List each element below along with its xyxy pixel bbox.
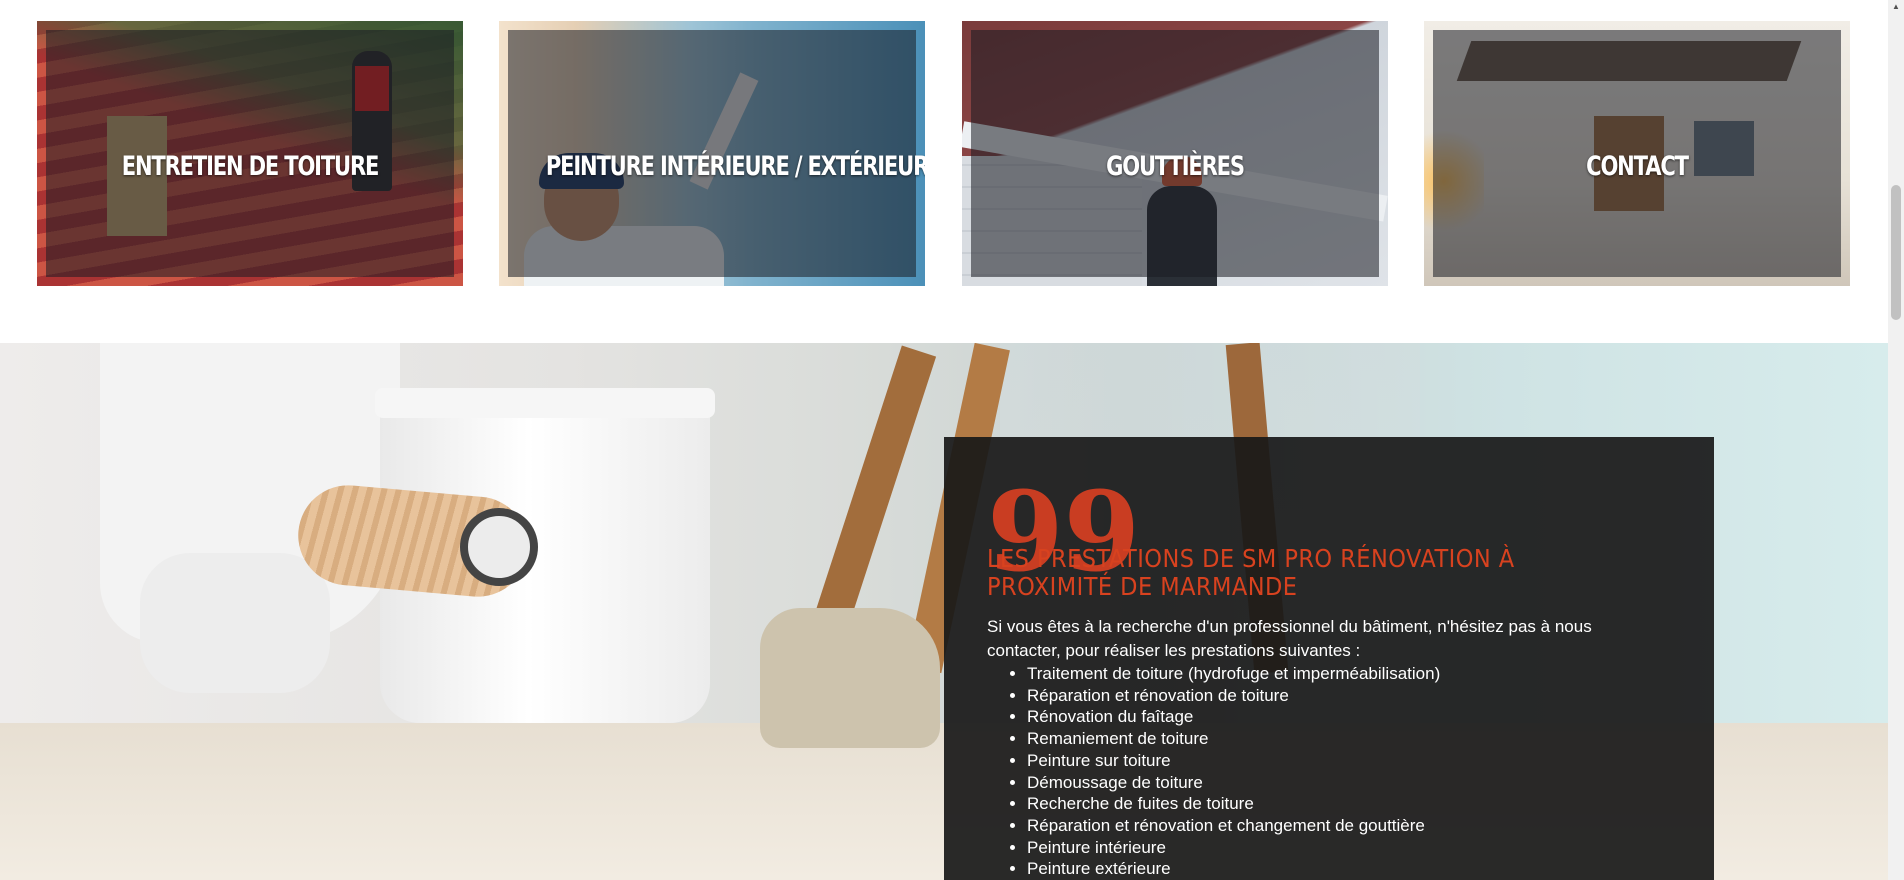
list-item: Rénovation du faîtage [1027, 706, 1707, 728]
scroll-up-icon[interactable]: ▲ [1888, 0, 1904, 14]
list-item: Réparation et rénovation de toiture [1027, 685, 1707, 707]
service-card-contact[interactable]: CONTACT [1424, 21, 1850, 286]
paint-bag-shape [760, 608, 940, 748]
card-label: PEINTURE INTÉRIEURE / EXTÉRIEURE [545, 151, 925, 182]
list-item: Démoussage de toiture [1027, 772, 1707, 794]
list-item: Remaniement de toiture [1027, 728, 1707, 750]
service-card-roof-maintenance[interactable]: ENTRETIEN DE TOITURE [37, 21, 463, 286]
services-list: Traitement de toiture (hydrofuge et impe… [987, 663, 1707, 880]
service-card-gutters[interactable]: GOUTTIÈRES [962, 21, 1388, 286]
scrollbar-thumb[interactable] [1891, 185, 1901, 320]
services-intro: Si vous êtes à la recherche d'un profess… [987, 617, 1592, 660]
card-label: ENTRETIEN DE TOITURE [121, 151, 380, 182]
list-item: Peinture sur toiture [1027, 750, 1707, 772]
list-item: Peinture extérieure [1027, 858, 1707, 880]
service-card-painting[interactable]: PEINTURE INTÉRIEURE / EXTÉRIEURE [499, 21, 925, 286]
services-info-box: 99 LES PRESTATIONS DE SM PRO RÉNOVATION … [944, 437, 1714, 880]
page-scrollbar[interactable]: ▲ [1888, 0, 1904, 880]
paint-roller-end-shape [460, 508, 538, 586]
services-title: LES PRESTATIONS DE SM PRO RÉNOVATION À P… [987, 544, 1515, 601]
paint-bucket-rim [375, 388, 715, 418]
list-item: Peinture intérieure [1027, 837, 1707, 859]
card-label: GOUTTIÈRES [1106, 151, 1245, 182]
list-item: Réparation et rénovation et changement d… [1027, 815, 1707, 837]
painter-shoe-shape [140, 553, 330, 693]
list-item: Recherche de fuites de toiture [1027, 793, 1707, 815]
card-label: CONTACT [1586, 151, 1689, 182]
services-row: ENTRETIEN DE TOITURE PEINTURE INTÉRIEURE… [0, 0, 1888, 343]
list-item: Traitement de toiture (hydrofuge et impe… [1027, 663, 1707, 685]
